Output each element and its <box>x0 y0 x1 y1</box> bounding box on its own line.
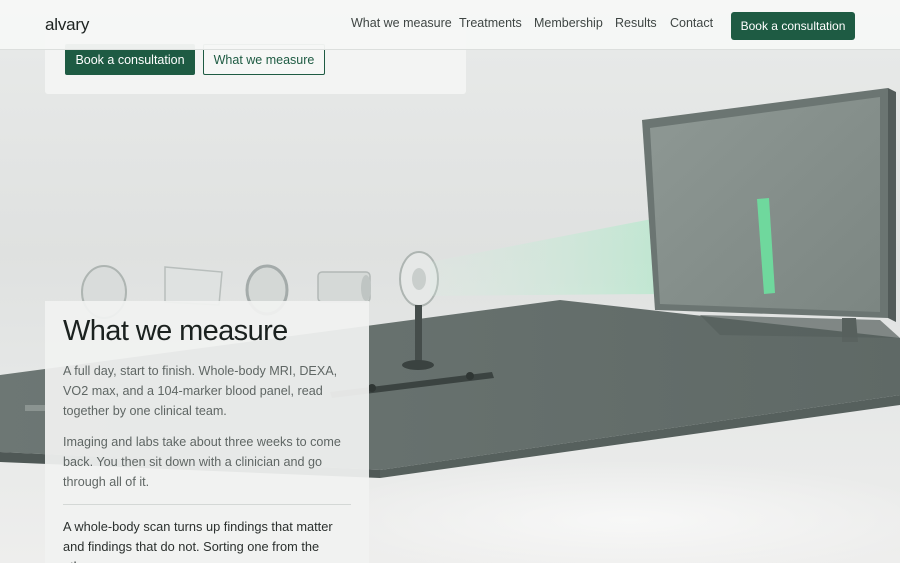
measure-paragraph-3: A whole-body scan turns up findings that… <box>63 519 333 563</box>
nav-item-membership[interactable]: Membership <box>534 16 603 30</box>
nav-item-contact[interactable]: Contact <box>670 16 713 30</box>
top-navigation-bar: alvary What we measure Treatments Member… <box>0 0 900 50</box>
brand-logo[interactable]: alvary <box>45 15 89 35</box>
section-divider <box>63 504 351 505</box>
measure-paragraph-1: A full day, start to finish. Whole-body … <box>63 364 338 418</box>
measure-paragraph-2: Imaging and labs take about three weeks … <box>63 435 341 489</box>
section-title: What we measure <box>63 315 288 347</box>
book-consultation-nav-button[interactable]: Book a consultation <box>731 12 855 40</box>
what-we-measure-section: What we measure A full day, start to fin… <box>45 301 369 563</box>
nav-item-treatments[interactable]: Treatments <box>459 16 522 30</box>
nav-item-results[interactable]: Results <box>615 16 657 30</box>
nav-item-what-we-measure[interactable]: What we measure <box>351 16 452 30</box>
